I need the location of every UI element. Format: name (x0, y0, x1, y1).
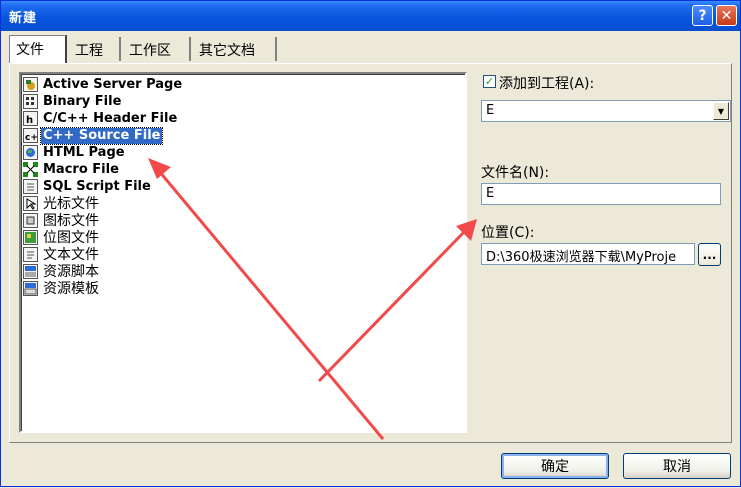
annotation-arrow-to-list (148, 158, 385, 440)
annotation-arrows (148, 158, 477, 440)
annotation-arrow-to-filename (317, 219, 477, 383)
new-file-dialog: 新建 ? ✕ 文件 工程 工作区 其它文档 Active Server Page… (0, 0, 741, 487)
